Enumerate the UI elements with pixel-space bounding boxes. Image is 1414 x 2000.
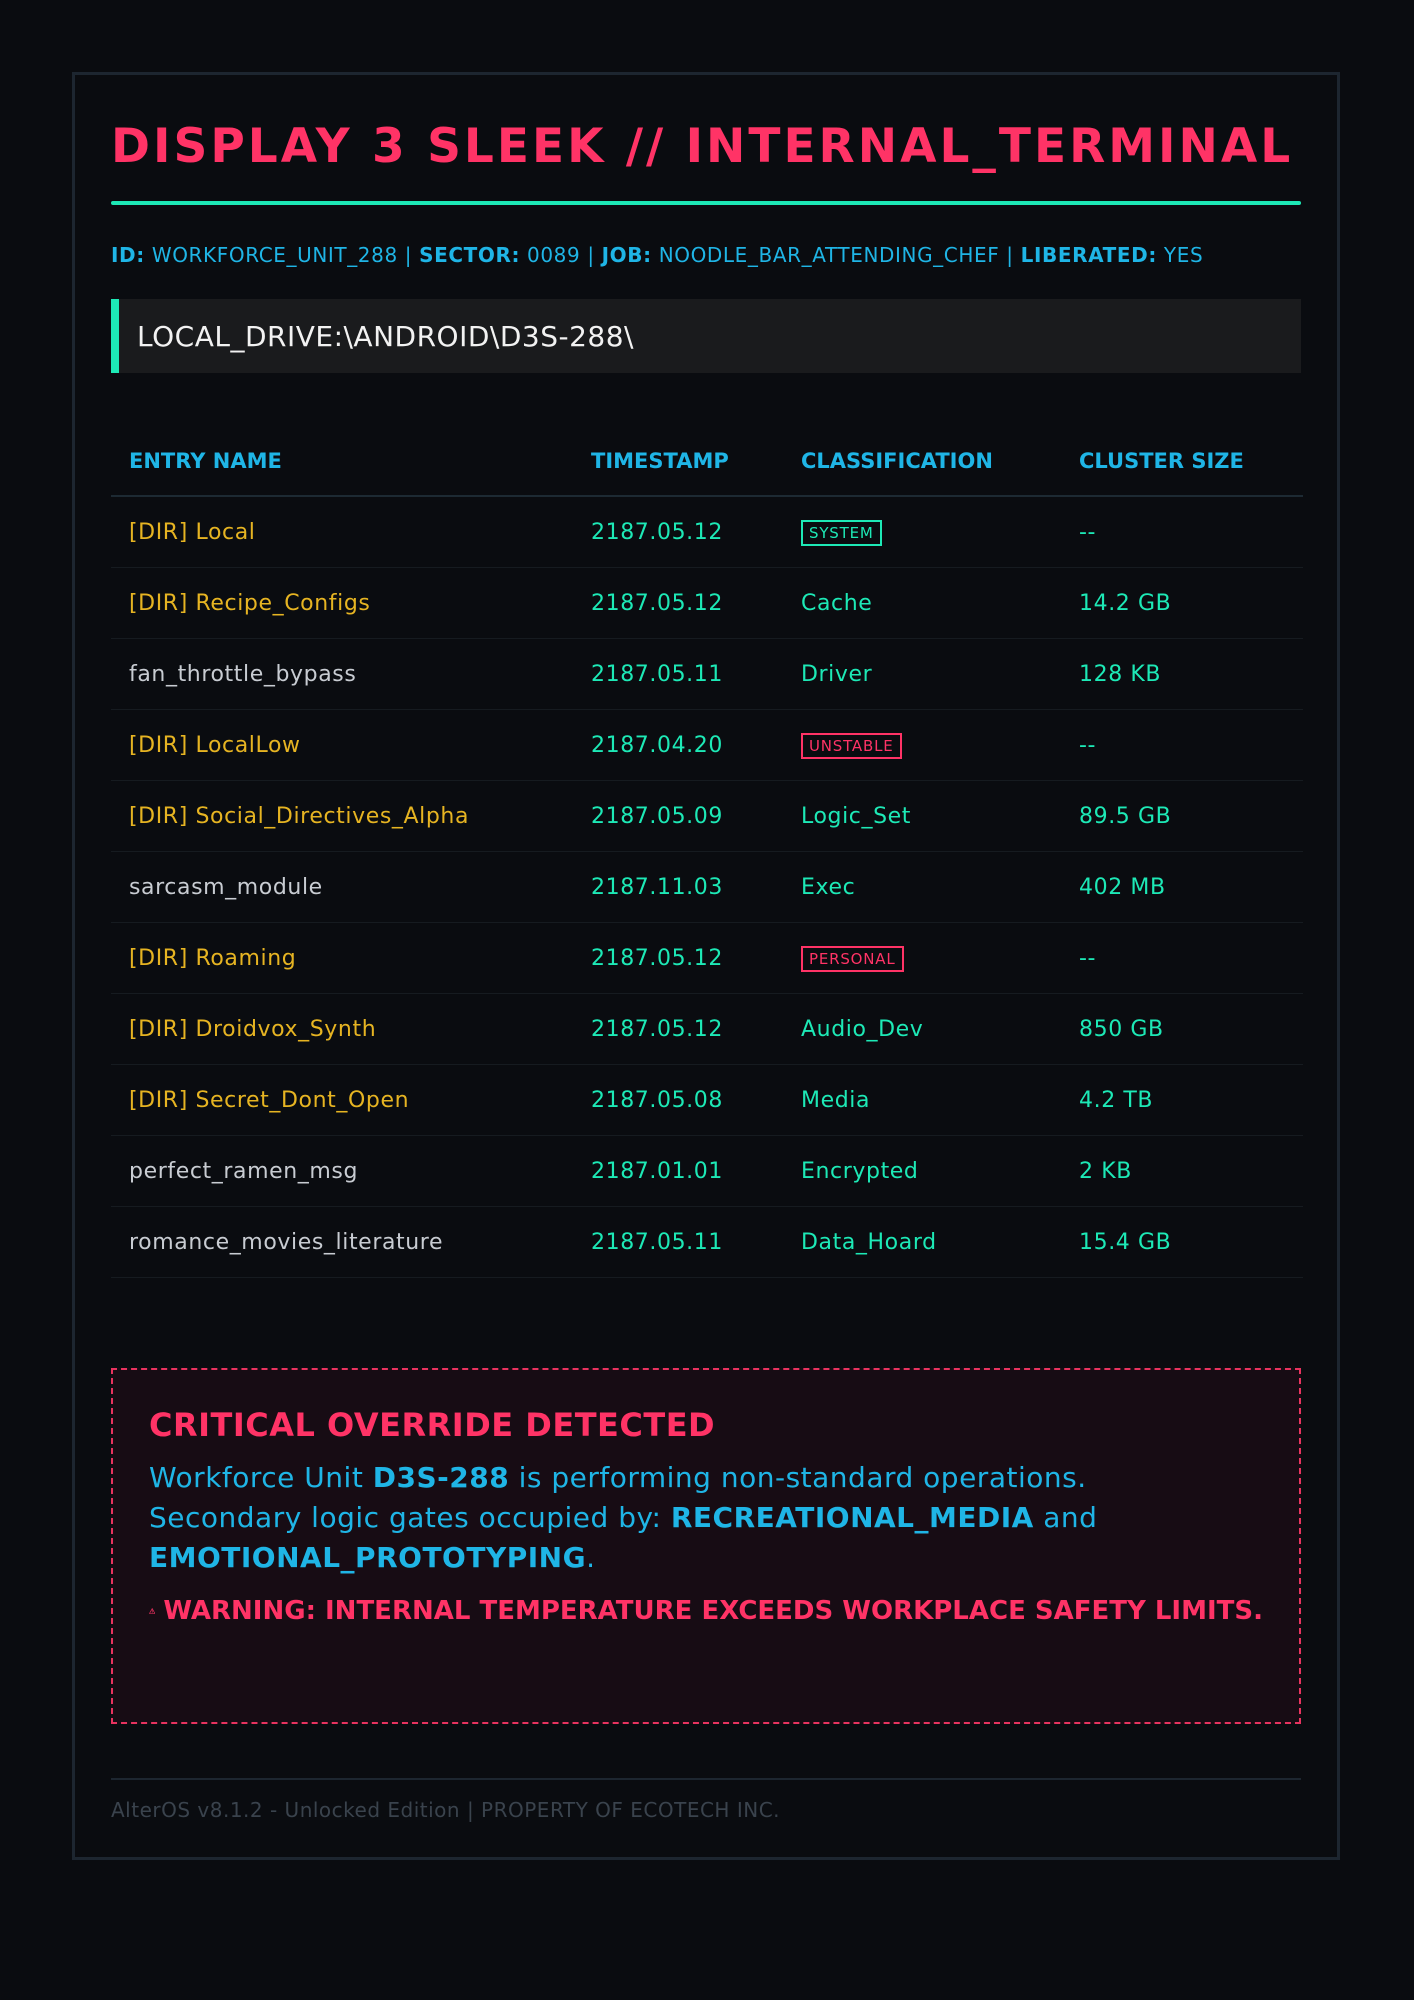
entry-timestamp: 2187.01.01 [573,1135,783,1207]
entry-name-directory[interactable]: [DIR] Recipe_Configs [111,567,573,639]
entry-timestamp: 2187.05.08 [573,1064,783,1136]
alert-text: . [586,1541,596,1574]
table-row[interactable]: fan_throttle_bypass 2187.05.11 Driver 128 K… [111,638,1303,710]
column-header-classification[interactable]: CLASSIFICATION [783,427,1061,497]
critical-override-alert: CRITICAL OVERRIDE DETECTED Workforce Uni… [111,1368,1301,1724]
current-path: LOCAL_DRIVE:\ANDROID\D3S-288\ [137,319,634,353]
entry-name-directory[interactable]: [DIR] Roaming [111,922,573,994]
entry-classification: Driver [783,638,1061,710]
classification-badge: SYSTEM [801,519,882,546]
entry-classification-cell: UNSTABLE [783,709,1061,781]
table-row[interactable]: [DIR] Roaming 2187.05.12 PERSONAL -- [111,922,1303,994]
column-header-timestamp[interactable]: TIMESTAMP [573,427,783,497]
entry-classification-cell: SYSTEM [783,496,1061,568]
entry-classification: Cache [783,567,1061,639]
entry-classification: Encrypted [783,1135,1061,1207]
job-value: NOODLE_BAR_ATTENDING_CHEF [658,243,1000,267]
entry-classification: Data_Hoard [783,1206,1061,1278]
entry-timestamp: 2187.04.20 [573,709,783,781]
entry-cluster-size: 2 KB [1061,1135,1303,1207]
table-row[interactable]: [DIR] LocalLow 2187.04.20 UNSTABLE -- [111,709,1303,781]
meta-separator: | [587,243,595,267]
column-header-entry-name[interactable]: ENTRY NAME [111,427,573,497]
entry-timestamp: 2187.05.09 [573,780,783,852]
footer-divider [111,1778,1301,1780]
table-row[interactable]: sarcasm_module 2187.11.03 Exec 402 MB [111,851,1303,923]
footer-text: AlterOS v8.1.2 - Unlocked Edition | PROP… [111,1798,781,1822]
alert-text: Workforce Unit [149,1461,373,1494]
entry-classification-cell: PERSONAL [783,922,1061,994]
job-label: JOB: [601,243,652,267]
entry-name-directory[interactable]: [DIR] Secret_Dont_Open [111,1064,573,1136]
entry-classification: Audio_Dev [783,993,1061,1065]
alert-text: is performing non-standard operations. [509,1461,1087,1494]
alert-message: Workforce Unit D3S-288 is performing non… [149,1458,1263,1578]
alert-gate-1: RECREATIONAL_MEDIA [670,1501,1034,1534]
entry-name-file[interactable]: fan_throttle_bypass [111,638,573,710]
sector-label: SECTOR: [419,243,521,267]
warning-triangle-icon [149,1608,156,1614]
entry-timestamp: 2187.05.12 [573,922,783,994]
unit-meta-line: ID: WORKFORCE_UNIT_288 | SECTOR: 0089 | … [111,243,1301,267]
terminal-content: DISPLAY 3 SLEEK // INTERNAL_TERMINAL ID:… [111,75,1303,1822]
entry-timestamp: 2187.05.12 [573,567,783,639]
alert-unit-id: D3S-288 [372,1461,510,1494]
file-table: ENTRY NAME TIMESTAMP CLASSIFICATION CLUS… [111,427,1303,1278]
id-label: ID: [111,243,145,267]
entry-cluster-size: 4.2 TB [1061,1064,1303,1136]
table-row[interactable]: romance_movies_literature 2187.05.11 Data_… [111,1206,1303,1278]
entry-cluster-size: -- [1061,496,1303,568]
entry-cluster-size: 402 MB [1061,851,1303,923]
entry-timestamp: 2187.05.11 [573,1206,783,1278]
entry-timestamp: 2187.05.12 [573,496,783,568]
entry-cluster-size: -- [1061,922,1303,994]
terminal-frame: DISPLAY 3 SLEEK // INTERNAL_TERMINAL ID:… [72,72,1340,1860]
liberated-value: YES [1163,243,1204,267]
entry-cluster-size: 850 GB [1061,993,1303,1065]
alert-text: Secondary logic gates occupied by: [149,1501,671,1534]
path-bar: LOCAL_DRIVE:\ANDROID\D3S-288\ [111,299,1301,373]
entry-classification: Logic_Set [783,780,1061,852]
id-value: WORKFORCE_UNIT_288 [151,243,398,267]
entry-cluster-size: 89.5 GB [1061,780,1303,852]
table-row[interactable]: [DIR] Droidvox_Synth 2187.05.12 Audio_Dev 8… [111,993,1303,1065]
table-header-row: ENTRY NAME TIMESTAMP CLASSIFICATION CLUS… [111,427,1303,497]
sector-value: 0089 [527,243,581,267]
table-row[interactable]: [DIR] Local 2187.05.12 SYSTEM -- [111,496,1303,568]
alert-gate-2: EMOTIONAL_PROTOTYPING [149,1541,587,1574]
classification-badge: PERSONAL [801,945,904,972]
alert-text: and [1033,1501,1098,1534]
meta-separator: | [1006,243,1014,267]
entry-classification: Media [783,1064,1061,1136]
temperature-warning: WARNING: INTERNAL TEMPERATURE EXCEEDS WO… [149,1596,1263,1626]
entry-cluster-size: 14.2 GB [1061,567,1303,639]
warning-text: WARNING: INTERNAL TEMPERATURE EXCEEDS WO… [163,1596,1263,1626]
column-header-cluster-size[interactable]: CLUSTER SIZE [1061,427,1303,497]
entry-timestamp: 2187.05.12 [573,993,783,1065]
entry-name-file[interactable]: romance_movies_literature [111,1206,573,1278]
entry-name-directory[interactable]: [DIR] LocalLow [111,709,573,781]
entry-name-directory[interactable]: [DIR] Droidvox_Synth [111,993,573,1065]
table-row[interactable]: [DIR] Secret_Dont_Open 2187.05.08 Media 4.2… [111,1064,1303,1136]
entry-name-directory[interactable]: [DIR] Local [111,496,573,568]
liberated-label: LIBERATED: [1020,243,1157,267]
entry-cluster-size: -- [1061,709,1303,781]
entry-name-file[interactable]: sarcasm_module [111,851,573,923]
table-row[interactable]: [DIR] Social_Directives_Alpha 2187.05.09 L… [111,780,1303,852]
classification-badge: UNSTABLE [801,732,902,759]
entry-classification: Exec [783,851,1061,923]
table-row[interactable]: perfect_ramen_msg 2187.01.01 Encrypted 2 KB [111,1135,1303,1207]
entry-cluster-size: 15.4 GB [1061,1206,1303,1278]
page-title: DISPLAY 3 SLEEK // INTERNAL_TERMINAL [111,119,1294,174]
entry-cluster-size: 128 KB [1061,638,1303,710]
entry-name-file[interactable]: perfect_ramen_msg [111,1135,573,1207]
entry-timestamp: 2187.11.03 [573,851,783,923]
table-row[interactable]: [DIR] Recipe_Configs 2187.05.12 Cache 14.2 … [111,567,1303,639]
entry-name-directory[interactable]: [DIR] Social_Directives_Alpha [111,780,573,852]
alert-title: CRITICAL OVERRIDE DETECTED [149,1406,716,1444]
entry-timestamp: 2187.05.11 [573,638,783,710]
meta-separator: | [404,243,413,267]
title-divider [111,201,1301,205]
